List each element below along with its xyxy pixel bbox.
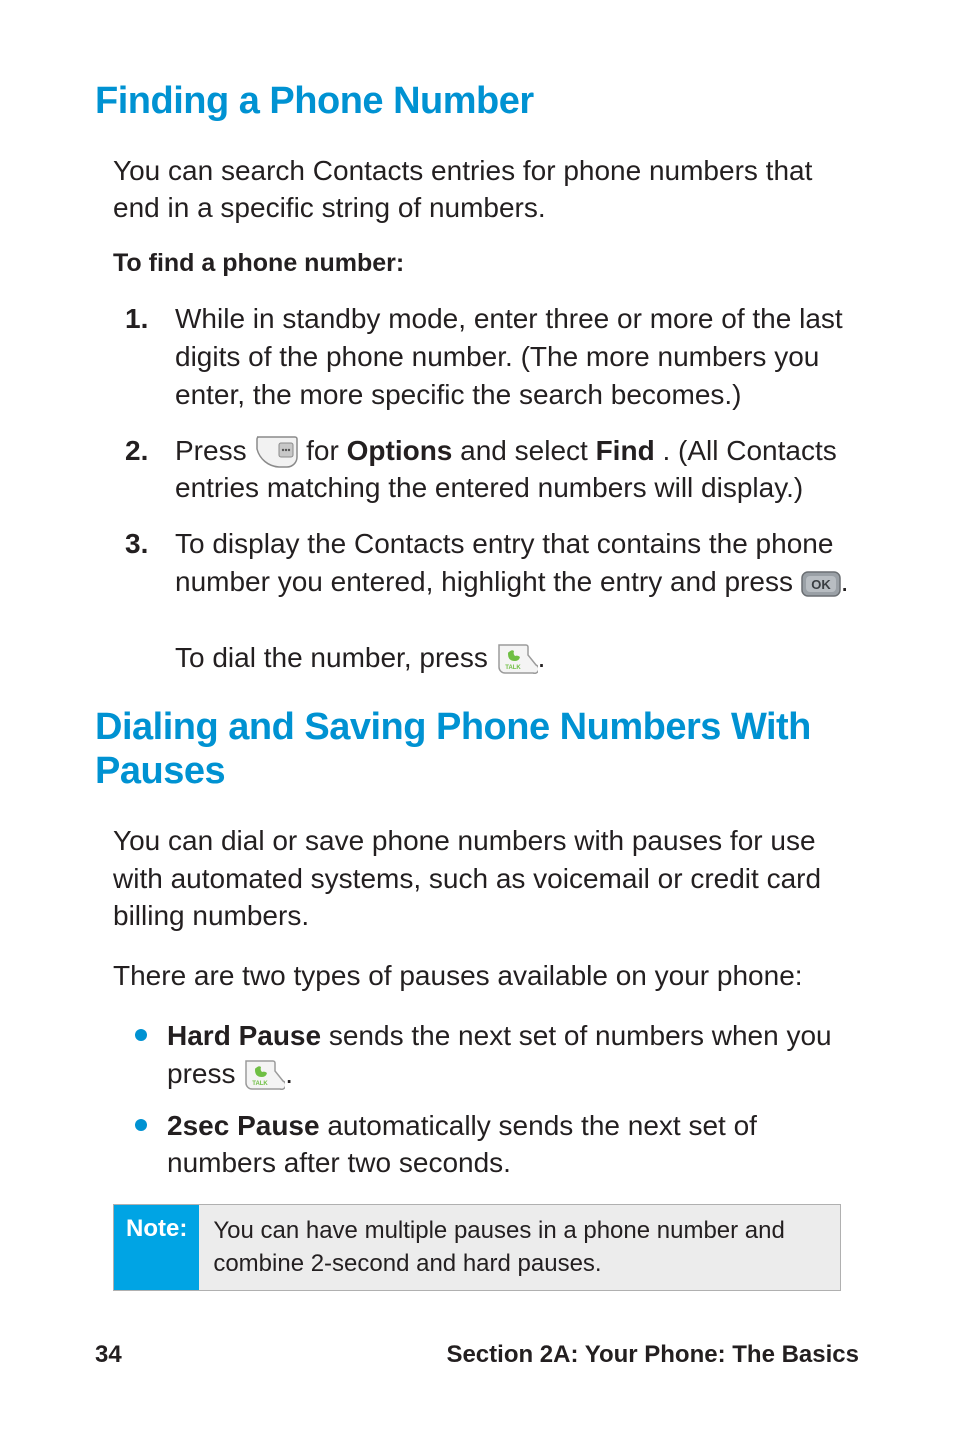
step-text: While in standby mode, enter three or mo… bbox=[175, 300, 859, 413]
list-item: Hard Pause sends the next set of numbers… bbox=[135, 1017, 859, 1093]
list-item: 2sec Pause automatically sends the next … bbox=[135, 1107, 859, 1183]
page: Finding a Phone Number You can search Co… bbox=[0, 0, 954, 1431]
page-footer: 34 Section 2A: Your Phone: The Basics bbox=[95, 1341, 859, 1369]
pauses-list: Hard Pause sends the next set of numbers… bbox=[135, 1017, 859, 1182]
step-1: 1. While in standby mode, enter three or… bbox=[125, 300, 859, 413]
text-fragment: for bbox=[306, 435, 346, 466]
text-fragment: . bbox=[538, 642, 546, 673]
bullet-icon bbox=[135, 1119, 147, 1131]
text-fragment: and select bbox=[460, 435, 595, 466]
text-hard-pause: Hard Pause bbox=[167, 1020, 321, 1051]
page-number: 34 bbox=[95, 1341, 122, 1369]
note-label: Note: bbox=[114, 1205, 199, 1290]
text-fragment: To display the Contacts entry that conta… bbox=[175, 528, 833, 597]
section-label: Section 2A: Your Phone: The Basics bbox=[446, 1341, 859, 1369]
bullet-icon bbox=[135, 1029, 147, 1041]
text-fragment: To dial the number, press bbox=[175, 642, 496, 673]
steps-list: 1. While in standby mode, enter three or… bbox=[125, 300, 859, 676]
note-callout: Note: You can have multiple pauses in a … bbox=[113, 1204, 841, 1291]
svg-text:OK: OK bbox=[811, 577, 831, 592]
text-fragment: . bbox=[841, 566, 849, 597]
text-find: Find bbox=[596, 435, 655, 466]
text-2sec-pause: 2sec Pause bbox=[167, 1110, 320, 1141]
step-text: Press for Options and select Find . (All… bbox=[175, 432, 859, 508]
softkey-right-icon bbox=[254, 436, 298, 468]
note-body: You can have multiple pauses in a phone … bbox=[199, 1205, 840, 1290]
talk-key-icon: TALK bbox=[496, 642, 538, 676]
intro-paragraph-3: There are two types of pauses available … bbox=[113, 957, 859, 995]
step-2: 2. Press for Options and select Find . (… bbox=[125, 432, 859, 508]
step-number: 3. bbox=[125, 525, 153, 676]
list-text: 2sec Pause automatically sends the next … bbox=[167, 1107, 859, 1183]
text-fragment: . bbox=[285, 1058, 293, 1089]
svg-text:TALK: TALK bbox=[252, 1081, 268, 1087]
heading-finding-phone-number: Finding a Phone Number bbox=[95, 80, 859, 124]
intro-paragraph-1: You can search Contacts entries for phon… bbox=[113, 152, 859, 228]
step-3: 3. To display the Contacts entry that co… bbox=[125, 525, 859, 676]
list-text: Hard Pause sends the next set of numbers… bbox=[167, 1017, 859, 1093]
ok-key-icon: OK bbox=[801, 571, 841, 597]
step-number: 1. bbox=[125, 300, 153, 413]
subheading-to-find: To find a phone number: bbox=[113, 249, 859, 278]
step-text: To display the Contacts entry that conta… bbox=[175, 525, 859, 676]
step-number: 2. bbox=[125, 432, 153, 508]
svg-text:TALK: TALK bbox=[505, 665, 521, 671]
intro-paragraph-2: You can dial or save phone numbers with … bbox=[113, 822, 859, 935]
heading-dialing-with-pauses: Dialing and Saving Phone Numbers With Pa… bbox=[95, 706, 859, 793]
text-options: Options bbox=[347, 435, 453, 466]
text-fragment: Press bbox=[175, 435, 254, 466]
talk-key-icon: TALK bbox=[243, 1058, 285, 1092]
